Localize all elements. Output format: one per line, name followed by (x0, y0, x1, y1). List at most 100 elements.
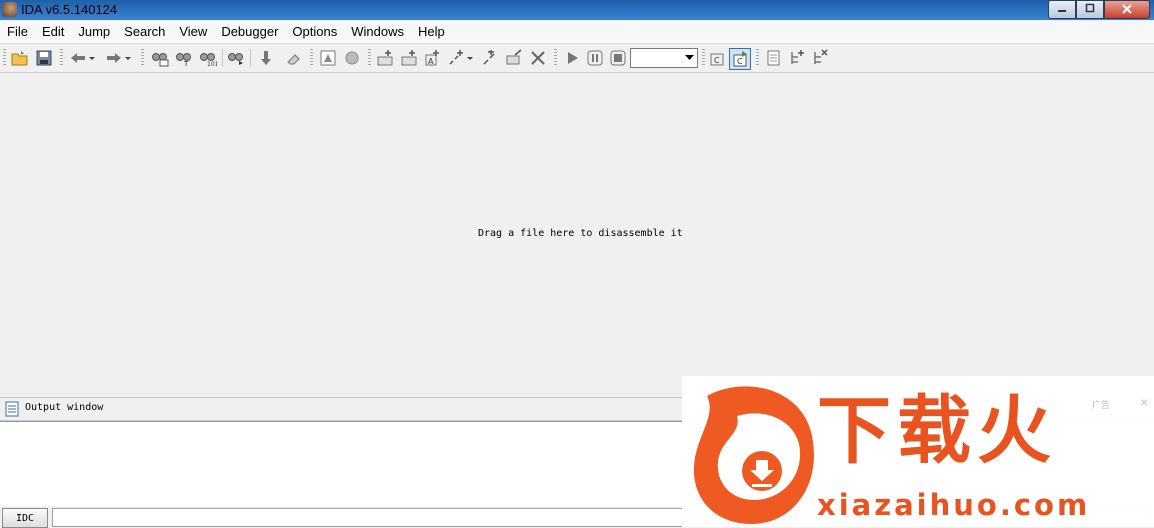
chevron-down-icon (89, 57, 95, 60)
rename-icon (506, 49, 522, 65)
eraser-icon (287, 54, 300, 65)
search-code-button[interactable] (150, 48, 170, 68)
menu-view[interactable]: View (172, 21, 214, 43)
chevron-down-icon (125, 57, 131, 60)
back-button[interactable] (68, 48, 88, 68)
idc-script-button[interactable]: C (707, 48, 727, 68)
close-button[interactable] (1104, 0, 1150, 19)
save-icon (36, 50, 52, 66)
breakpoint-button[interactable] (342, 48, 362, 68)
toolbar-grip[interactable] (3, 49, 6, 67)
menu-jump[interactable]: Jump (71, 21, 117, 43)
toolbar-grip[interactable] (702, 49, 705, 67)
watermark-logo: 下载火 广告 ✕ xiazaihuo.com (682, 376, 1154, 527)
array-dropdown[interactable] (464, 48, 476, 68)
back-dropdown[interactable] (86, 48, 98, 68)
arrow-right-icon (107, 53, 121, 63)
jump-down-button[interactable] (256, 48, 276, 68)
toolbar-separator (250, 49, 251, 67)
chevron-down-icon (682, 50, 696, 66)
array-icon (449, 50, 463, 65)
clear-button[interactable] (284, 48, 304, 68)
title-bar[interactable]: IDA v6.5.140124 (0, 0, 1154, 20)
svg-text:下载火: 下载火 (817, 388, 1057, 474)
toolbar-grip[interactable] (310, 49, 313, 67)
make-string-button[interactable]: A (422, 48, 442, 68)
stop-icon (610, 50, 626, 66)
search-text-button[interactable]: T (174, 48, 194, 68)
segments-button[interactable] (764, 48, 784, 68)
delete-enum-button[interactable] (810, 48, 830, 68)
make-code-button[interactable] (376, 48, 396, 68)
debugger-select[interactable] (630, 48, 698, 68)
watermark-domain: xiazaihuo.com (817, 488, 1091, 522)
svg-text:101: 101 (207, 61, 217, 67)
watermark-close-icon[interactable]: ✕ (1140, 398, 1148, 409)
toolbar-grip[interactable] (368, 49, 371, 67)
graph-view-button[interactable] (318, 48, 338, 68)
open-folder-icon (11, 51, 28, 66)
menu-debugger[interactable]: Debugger (214, 21, 285, 43)
menu-help[interactable]: Help (411, 21, 452, 43)
search-binary-button[interactable]: 101 (198, 48, 218, 68)
undefine-icon (483, 50, 495, 65)
pause-debug-button[interactable] (585, 48, 605, 68)
x-icon (531, 51, 545, 65)
binoculars-icon (152, 53, 169, 67)
stop-debug-button[interactable] (608, 48, 628, 68)
toolbar-separator (222, 49, 223, 67)
delete-button[interactable] (528, 48, 548, 68)
svg-text:T: T (183, 60, 189, 67)
arrow-left-icon (71, 53, 85, 63)
binoculars-binary-icon: 101 (200, 53, 217, 67)
app-logo (2, 2, 17, 17)
script-icon: C (710, 53, 724, 66)
add-enum-button[interactable] (787, 48, 807, 68)
string-icon: A (425, 50, 439, 66)
window-title: IDA v6.5.140124 (21, 2, 118, 17)
python-script-button[interactable]: C (729, 48, 751, 70)
tree-delete-icon (814, 49, 828, 64)
circle-icon (345, 51, 359, 65)
search-next-button[interactable] (226, 48, 246, 68)
make-data-button[interactable] (400, 48, 420, 68)
binoculars-text-icon: T (176, 53, 191, 67)
undefine-button[interactable] (480, 48, 500, 68)
toolbar-grip[interactable] (554, 49, 557, 67)
menu-file[interactable]: File (0, 21, 35, 43)
toolbar-grip[interactable] (141, 49, 144, 67)
svg-text:A: A (428, 57, 434, 66)
forward-button[interactable] (104, 48, 124, 68)
menu-edit[interactable]: Edit (35, 21, 71, 43)
data-icon (401, 50, 417, 66)
drop-hint: Drag a file here to disassemble it (478, 228, 683, 239)
menu-bar: File Edit Jump Search View Debugger Opti… (0, 21, 1154, 44)
maximize-button[interactable] (1076, 0, 1104, 19)
output-window-icon (5, 401, 19, 417)
minimize-button[interactable] (1048, 0, 1076, 19)
chevron-down-icon (467, 57, 473, 60)
menu-options[interactable]: Options (285, 21, 344, 43)
minimize-icon (1057, 3, 1067, 16)
close-icon (1122, 3, 1132, 17)
document-icon (767, 50, 780, 66)
svg-text:C: C (737, 57, 743, 66)
menu-windows[interactable]: Windows (344, 21, 411, 43)
toolbar-grip[interactable] (756, 49, 759, 67)
make-array-button[interactable] (446, 48, 466, 68)
play-icon (568, 52, 578, 64)
open-button[interactable] (10, 48, 30, 68)
binoculars-next-icon (228, 53, 243, 65)
watermark-ad-label: 广告 (1092, 401, 1111, 411)
code-icon (377, 50, 393, 66)
rename-button[interactable] (504, 48, 524, 68)
forward-dropdown[interactable] (122, 48, 134, 68)
save-button[interactable] (34, 48, 54, 68)
output-window-title: Output window (25, 402, 104, 413)
tree-add-icon (791, 50, 804, 64)
menu-search[interactable]: Search (117, 21, 172, 43)
start-debug-button[interactable] (562, 48, 582, 68)
toolbar-grip[interactable] (60, 49, 63, 67)
restore-icon (1085, 3, 1095, 16)
idc-button[interactable]: IDC (2, 508, 48, 528)
